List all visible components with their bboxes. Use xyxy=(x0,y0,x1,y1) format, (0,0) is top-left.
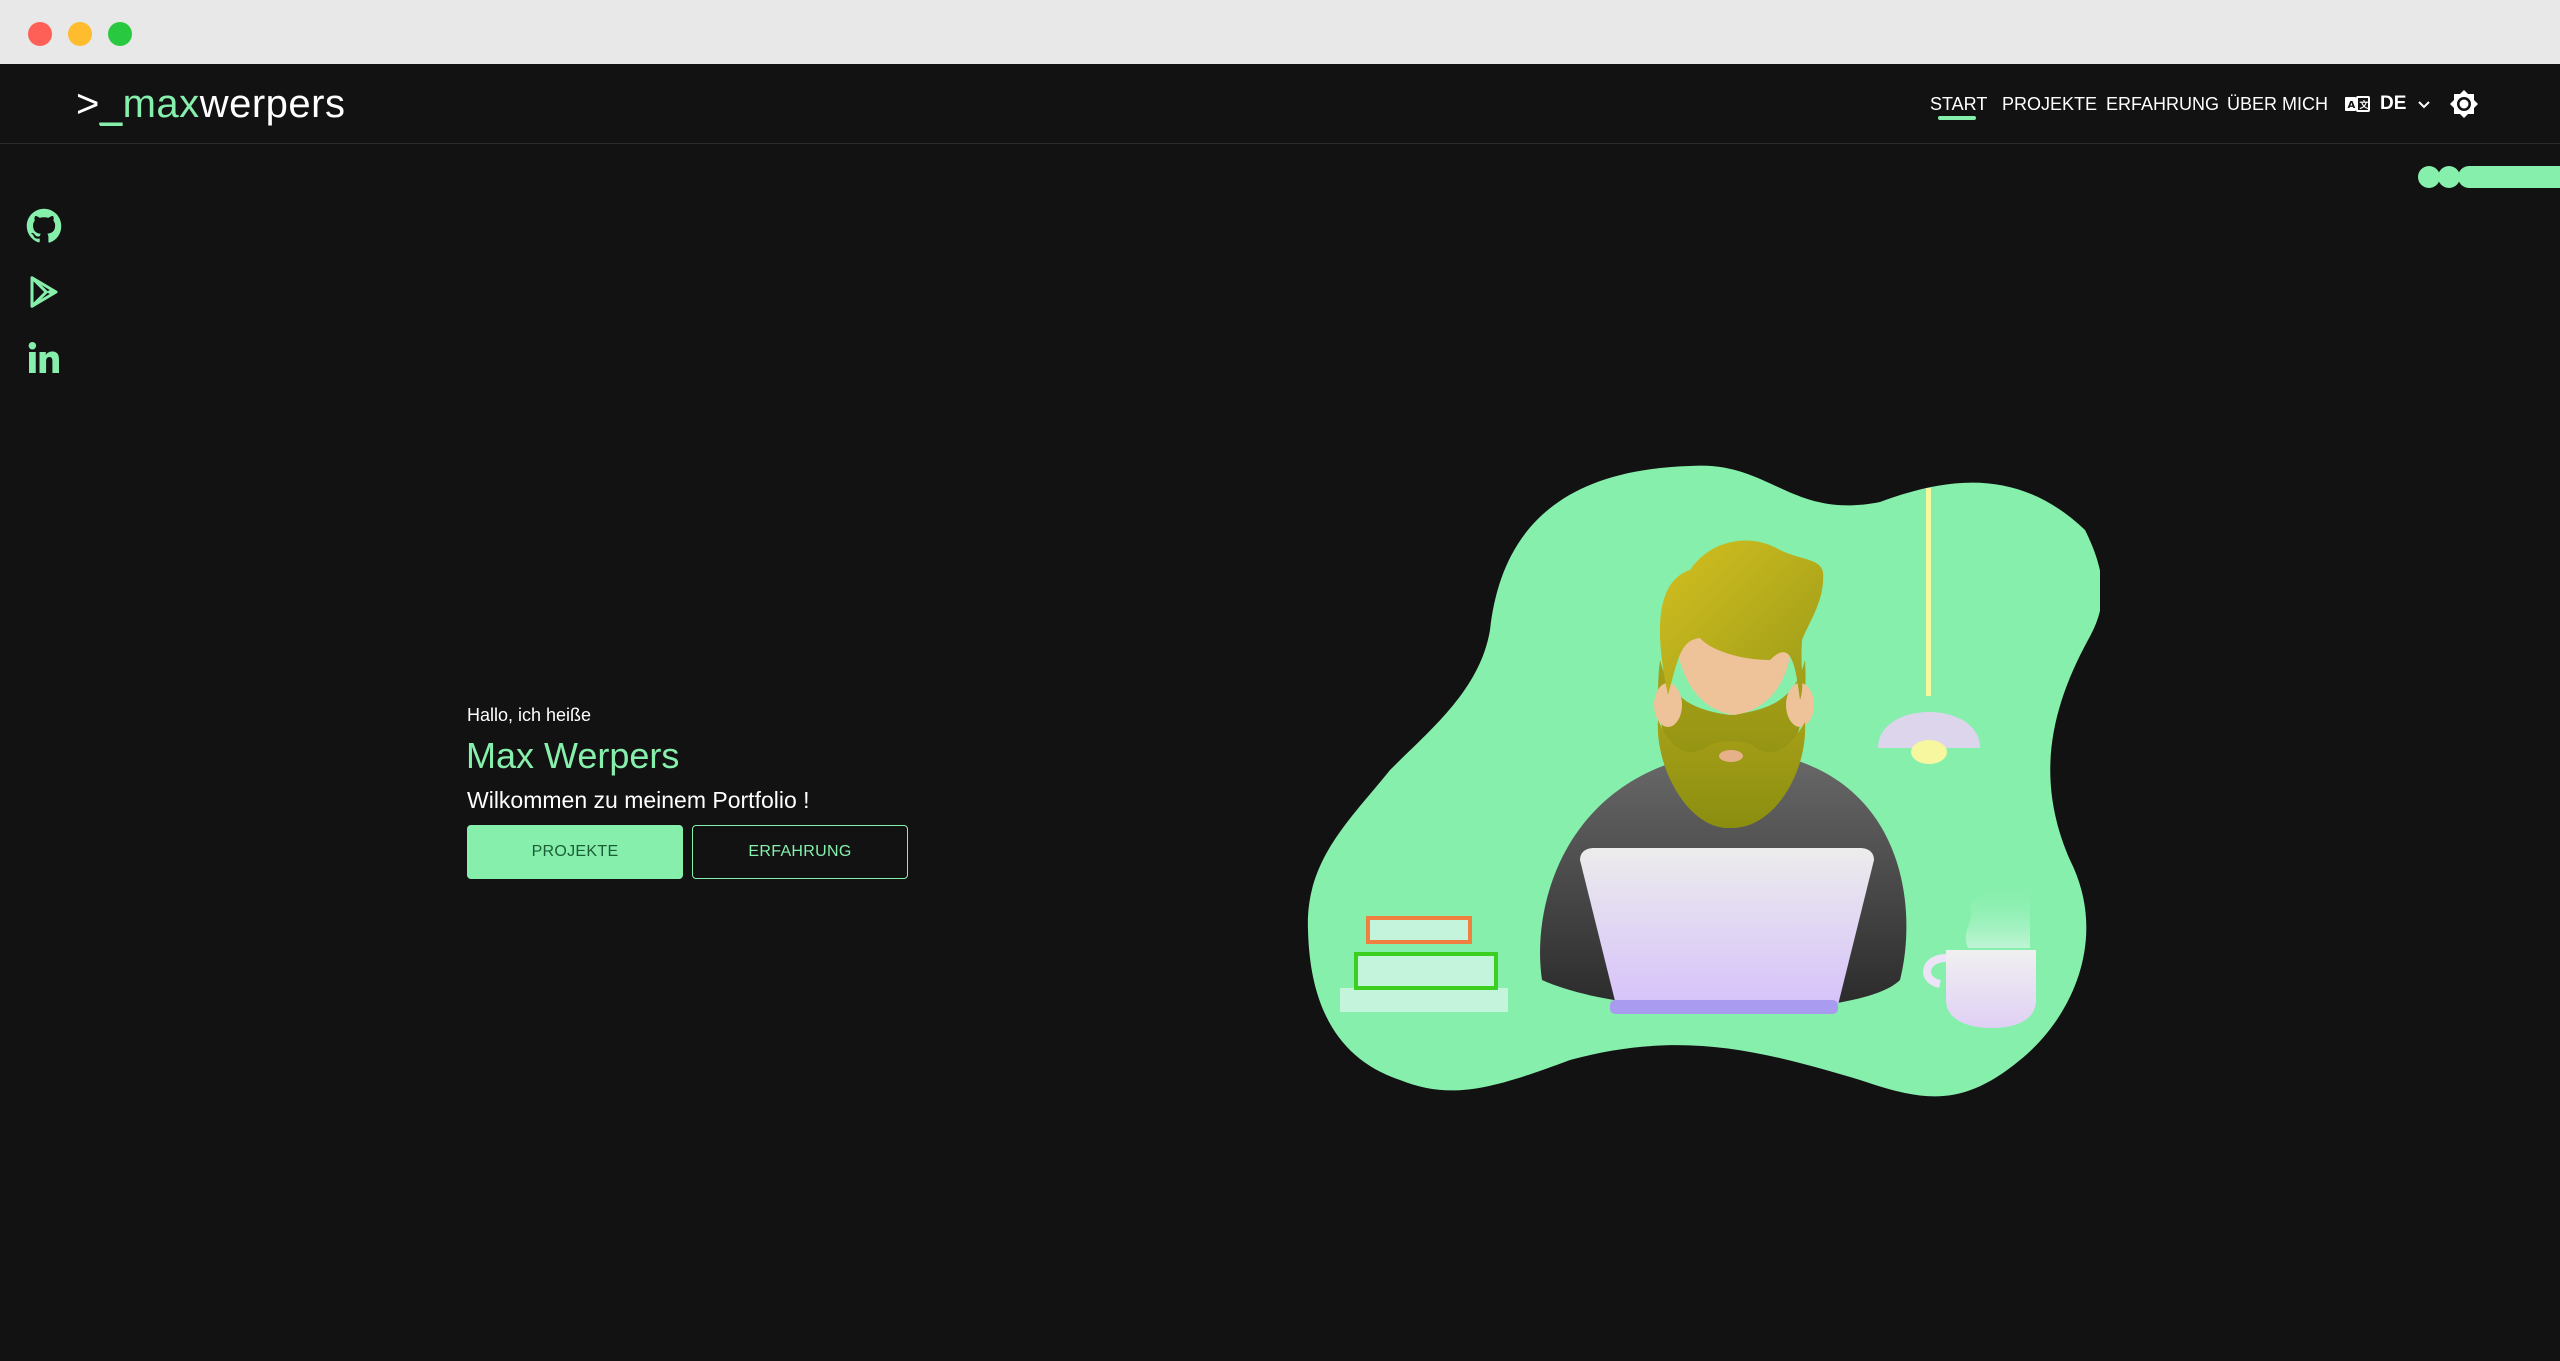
hero-illustration xyxy=(1300,460,2100,1120)
hero-greeting: Hallo, ich heiße xyxy=(467,705,592,725)
language-selector[interactable]: A 文 DE xyxy=(2344,88,2432,120)
logo-first: max xyxy=(122,82,200,126)
chevron-down-icon xyxy=(2416,96,2432,112)
nav-erfahrung[interactable]: ERFAHRUNG xyxy=(2106,92,2219,116)
nav-start[interactable]: START xyxy=(1930,92,1987,116)
brightness-icon xyxy=(2448,90,2480,124)
close-window-button[interactable] xyxy=(28,22,52,46)
maximize-window-button[interactable] xyxy=(108,22,132,46)
site-logo[interactable]: >_maxwerpers xyxy=(76,80,345,128)
minimize-window-button[interactable] xyxy=(68,22,92,46)
svg-text:文: 文 xyxy=(2359,99,2370,111)
google-play-icon xyxy=(26,274,62,310)
nav-projekte[interactable]: PROJEKTE xyxy=(2002,92,2097,116)
google-play-link[interactable] xyxy=(26,274,62,310)
language-label: DE xyxy=(2380,93,2407,114)
linkedin-link[interactable] xyxy=(26,340,62,376)
translate-icon: A 文 xyxy=(2344,94,2370,114)
hero-name: Max Werpers xyxy=(466,735,680,776)
linkedin-icon xyxy=(26,340,62,376)
github-icon xyxy=(26,208,62,244)
logo-cursor: _ xyxy=(99,82,123,126)
window-titlebar xyxy=(0,0,2560,64)
github-link[interactable] xyxy=(26,208,62,244)
projekte-button[interactable]: PROJEKTE xyxy=(467,825,683,879)
erfahrung-button[interactable]: ERFAHRUNG xyxy=(692,825,908,879)
theme-toggle-button[interactable] xyxy=(2448,88,2480,120)
logo-second: werpers xyxy=(199,82,346,126)
hero-welcome: Wilkommen zu meinem Portfolio ! xyxy=(467,787,810,813)
svg-text:A: A xyxy=(2348,100,2356,111)
site-header: >_maxwerpers START PROJEKTE ERFAHRUNG ÜB… xyxy=(0,64,2560,144)
nav-ueber-mich[interactable]: ÜBER MICH xyxy=(2227,92,2328,116)
scroll-progress-indicator xyxy=(2418,166,2560,188)
logo-prompt: > xyxy=(76,82,100,126)
nav-active-indicator xyxy=(1938,116,1976,120)
